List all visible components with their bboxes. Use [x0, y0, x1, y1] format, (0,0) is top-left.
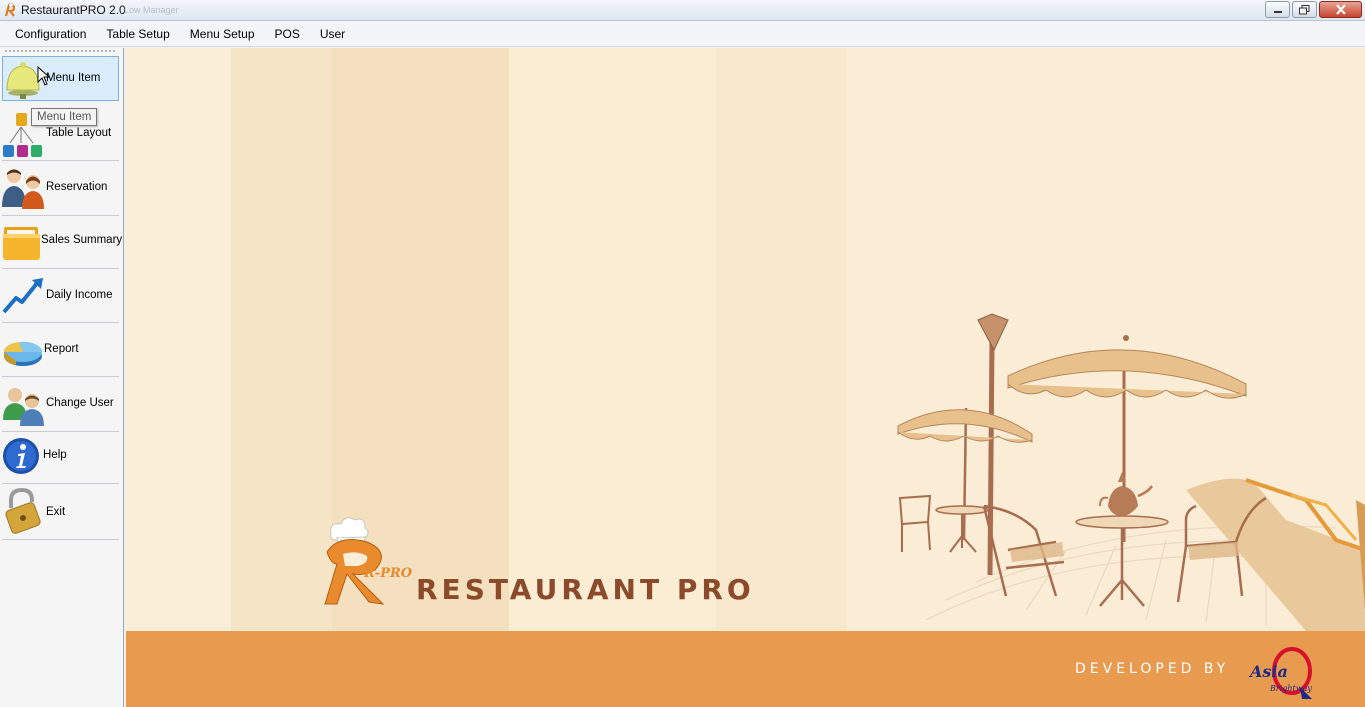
sidebar-item-label: Exit — [46, 506, 66, 518]
users-icon — [3, 388, 44, 426]
sidebar-item-help[interactable]: Help — [2, 432, 119, 484]
sidebar-item-label: Change User — [46, 397, 114, 409]
developer-logo-text: Asia — [1248, 662, 1288, 681]
brand-name: RESTAURANT PRO — [416, 573, 755, 606]
restore-icon — [1299, 4, 1310, 14]
sidebar-item-label: Help — [43, 449, 67, 461]
padlock-icon — [5, 488, 41, 534]
developer-logo: Asia Brightway — [1248, 647, 1312, 699]
brand-logo-mark: R-PRO — [364, 566, 413, 581]
close-button[interactable] — [1319, 1, 1362, 18]
sidebar-item-label: Sales Summary — [41, 234, 123, 246]
window-title: RestaurantPRO 2.0 — [21, 3, 126, 17]
sidebar-item-label: Report — [44, 343, 79, 355]
minimize-icon — [1273, 10, 1282, 13]
window-subtitle: Low Manager — [124, 5, 179, 15]
developed-by-label: DEVELOPED BY — [1075, 661, 1230, 677]
info-icon — [3, 438, 39, 474]
sidebar-item-label: Daily Income — [46, 289, 113, 301]
people-icon — [2, 169, 44, 209]
footer-band: DEVELOPED BY Asia Brightway — [126, 631, 1365, 707]
sidebar-item-menu-item[interactable]: Menu Item — [2, 56, 119, 101]
restaurant-pro-logo — [324, 517, 385, 605]
menu-pos[interactable]: POS — [265, 22, 310, 46]
sidebar-item-label: Reservation — [46, 181, 108, 193]
restore-button[interactable] — [1292, 1, 1317, 18]
pie-chart-icon — [3, 341, 43, 366]
sidebar-item-reservation[interactable]: Reservation — [2, 161, 119, 216]
folder-icon — [3, 227, 40, 260]
menu-menu-setup[interactable]: Menu Setup — [180, 22, 265, 46]
cafe-scene-illustration — [897, 313, 1365, 631]
sidebar-item-label: Table Layout — [46, 127, 112, 139]
app-logo-icon — [4, 2, 16, 17]
splash-canvas: R-PRO RESTAURANT PRO DEVELOPED BY Asia B… — [126, 48, 1365, 707]
minimize-button[interactable] — [1265, 1, 1290, 18]
tooltip: Menu Item — [31, 108, 98, 126]
sidebar-item-exit[interactable]: Exit — [2, 484, 119, 540]
menu-configuration[interactable]: Configuration — [5, 22, 96, 46]
svg-text:Brightway: Brightway — [1269, 684, 1312, 693]
mouse-cursor-icon — [37, 66, 51, 86]
close-icon — [1335, 4, 1346, 15]
sidebar-item-sales-summary[interactable]: Sales Summary — [2, 216, 123, 269]
title-bar: RestaurantPRO 2.0 Low Manager — [0, 0, 1365, 21]
sidebar-item-label: Menu Item — [46, 72, 101, 84]
sidebar: Menu Item Table Layout Reservation Sales… — [0, 48, 124, 707]
toolbar-grip — [4, 50, 116, 52]
trend-arrow-icon — [2, 278, 43, 314]
sidebar-item-change-user[interactable]: Change User — [2, 377, 119, 432]
menu-user[interactable]: User — [310, 22, 355, 46]
menu-bar: Configuration Table Setup Menu Setup POS… — [0, 21, 1365, 47]
sidebar-item-daily-income[interactable]: Daily Income — [2, 269, 119, 323]
menu-table-setup[interactable]: Table Setup — [96, 22, 179, 46]
sidebar-item-report[interactable]: Report — [2, 323, 119, 377]
